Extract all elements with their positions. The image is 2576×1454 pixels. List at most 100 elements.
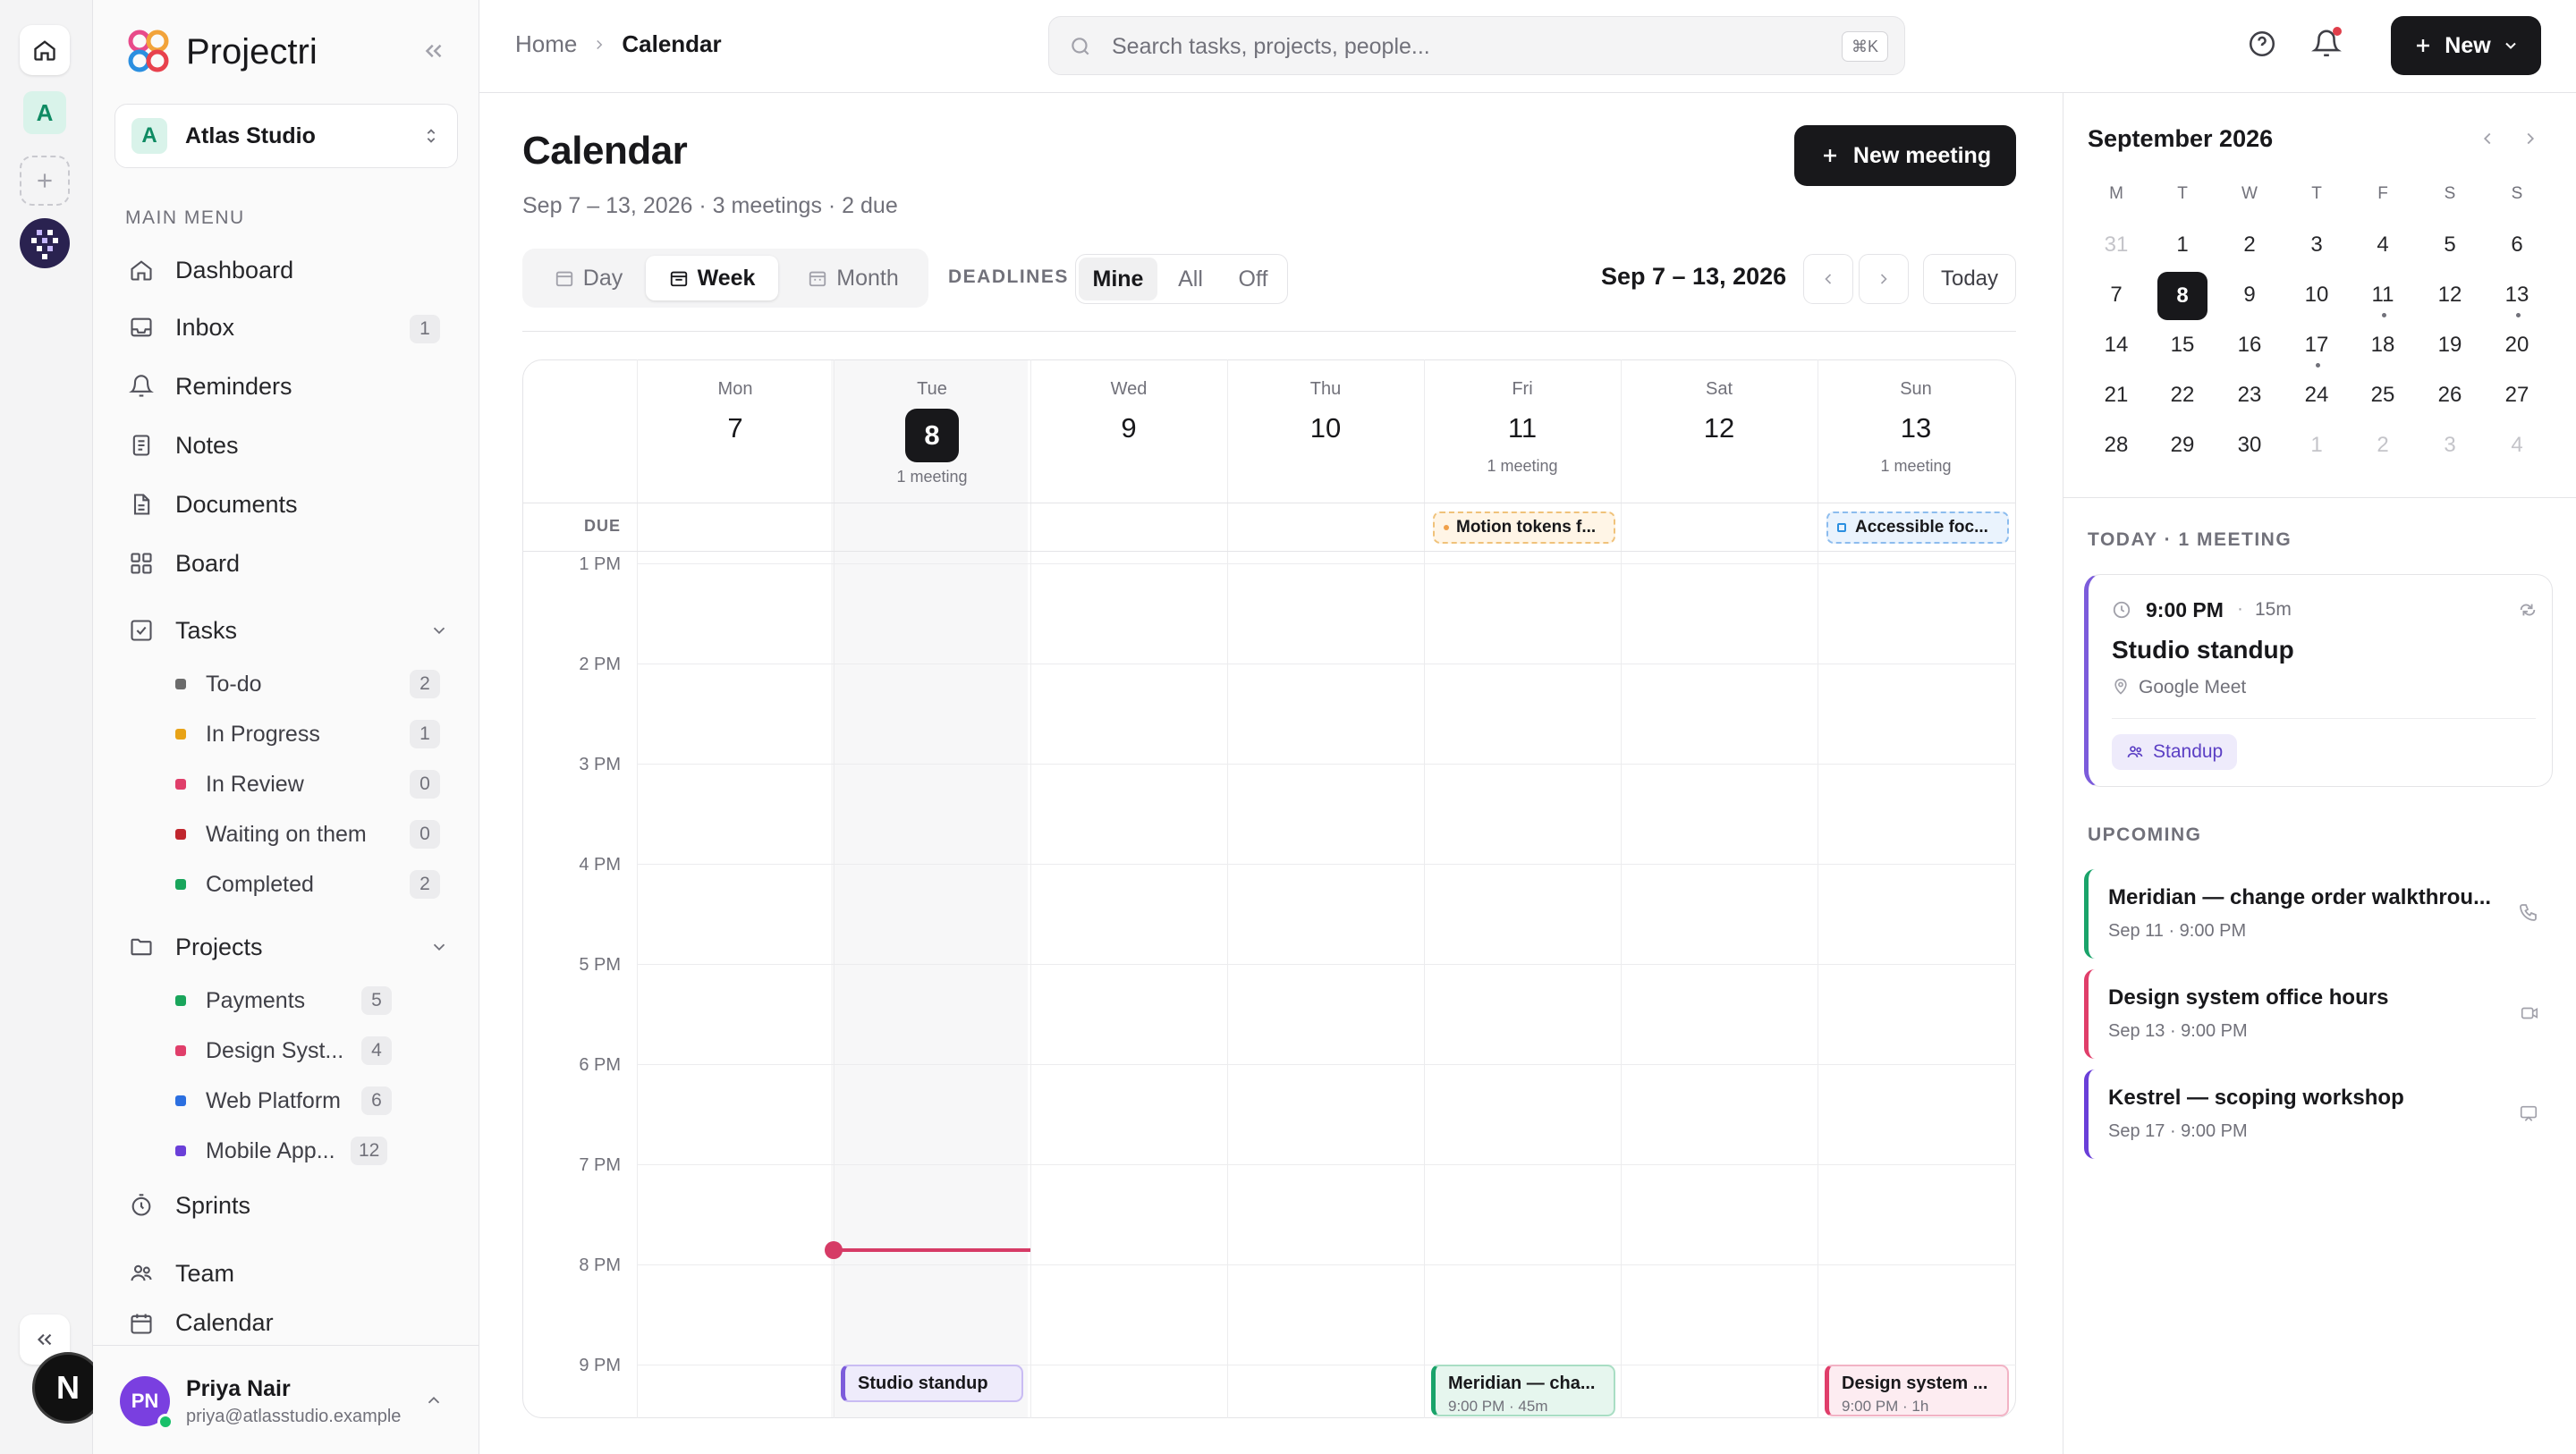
new-meeting-button[interactable]: New meeting	[1794, 125, 2016, 186]
mini-day[interactable]: 22	[2156, 381, 2209, 417]
nav-documents[interactable]: Documents	[127, 481, 298, 528]
event-meridian[interactable]: Meridian — cha... 9:00 PM · 45m	[1431, 1365, 1615, 1416]
nav-tasks[interactable]: Tasks	[127, 607, 449, 654]
day-header-thu[interactable]: Thu 10	[1227, 359, 1424, 503]
workspace-switcher[interactable]: A Atlas Studio	[114, 104, 458, 168]
nav-team[interactable]: Team	[127, 1250, 234, 1297]
mini-day[interactable]: 1	[2156, 231, 2209, 266]
nav-sprints[interactable]: Sprints	[127, 1182, 250, 1229]
nav-reminders[interactable]: Reminders	[127, 363, 292, 410]
today-meeting-card[interactable]: 9:00 PM · 15m Studio standup Google Meet…	[2084, 574, 2553, 787]
mini-day[interactable]: 2	[2223, 231, 2276, 266]
breadcrumb-home[interactable]: Home	[515, 30, 577, 58]
day-header-sun[interactable]: Sun 13 1 meeting	[1818, 359, 2014, 503]
task-filter-in-progress[interactable]: In Progress	[175, 714, 320, 754]
mini-day[interactable]: 11	[2356, 281, 2410, 317]
mini-day[interactable]: 4	[2490, 431, 2544, 467]
mini-day[interactable]: 29	[2156, 431, 2209, 467]
mini-day[interactable]: 16	[2223, 331, 2276, 367]
mini-day[interactable]: 1	[2290, 431, 2343, 467]
mini-day[interactable]: 28	[2089, 431, 2143, 467]
mini-day[interactable]: 18	[2356, 331, 2410, 367]
nav-dashboard[interactable]: Dashboard	[127, 247, 293, 293]
mini-day[interactable]: 3	[2290, 231, 2343, 266]
today-button[interactable]: Today	[1923, 254, 2016, 304]
upcoming-item[interactable]: Kestrel — scoping workshop Sep 17 · 9:00…	[2084, 1069, 2549, 1159]
mini-day[interactable]: 26	[2423, 381, 2477, 417]
project-design-system[interactable]: Design Syst...	[175, 1031, 343, 1070]
workspace-avatar[interactable]: A	[23, 91, 66, 134]
deadlines-off[interactable]: Off	[1222, 258, 1284, 300]
due-task-chip[interactable]: Accessible foc...	[1826, 511, 2009, 544]
task-filter-todo[interactable]: To-do	[175, 664, 262, 704]
project-web-platform[interactable]: Web Platform	[175, 1081, 341, 1120]
help-button[interactable]	[2247, 29, 2277, 59]
mini-day[interactable]: 23	[2223, 381, 2276, 417]
tab-week[interactable]: Week	[646, 256, 778, 300]
app-brand[interactable]: Projectri	[123, 27, 318, 77]
nav-projects[interactable]: Projects	[127, 924, 449, 970]
mini-day[interactable]: 14	[2089, 331, 2143, 367]
user-footer[interactable]: PN Priya Nair priya@atlasstudio.example	[93, 1345, 479, 1454]
mini-day[interactable]: 20	[2490, 331, 2544, 367]
notifications-button[interactable]	[2311, 27, 2342, 59]
nav-board[interactable]: Board	[127, 540, 240, 587]
search-bar[interactable]: Search tasks, projects, people... ⌘K	[1048, 16, 1905, 75]
mini-day[interactable]: 30	[2223, 431, 2276, 467]
mini-day[interactable]: 25	[2356, 381, 2410, 417]
day-header-sat[interactable]: Sat 12	[1621, 359, 1818, 503]
workspace-logo-button[interactable]	[20, 218, 70, 268]
upcoming-item[interactable]: Design system office hours Sep 13 · 9:00…	[2084, 969, 2549, 1059]
mini-day[interactable]: 9	[2223, 281, 2276, 317]
day-header-fri[interactable]: Fri 11 1 meeting	[1424, 359, 1621, 503]
task-filter-completed[interactable]: Completed	[175, 865, 314, 904]
next-week-button[interactable]	[1859, 254, 1909, 304]
mini-day[interactable]: 15	[2156, 331, 2209, 367]
plus-icon	[2412, 35, 2434, 56]
mini-day[interactable]: 2	[2356, 431, 2410, 467]
project-payments[interactable]: Payments	[175, 981, 305, 1020]
mini-day[interactable]: 19	[2423, 331, 2477, 367]
mini-next-month-button[interactable]	[2521, 129, 2540, 148]
mini-day[interactable]: 21	[2089, 381, 2143, 417]
event-studio-standup[interactable]: Studio standup	[841, 1365, 1023, 1402]
new-button[interactable]: New	[2391, 16, 2541, 75]
meeting-tag[interactable]: Standup	[2112, 734, 2238, 770]
mini-day[interactable]: 6	[2490, 231, 2544, 266]
deadlines-mine[interactable]: Mine	[1079, 258, 1157, 300]
mini-day[interactable]: 10	[2290, 281, 2343, 317]
mini-day[interactable]: 27	[2490, 381, 2544, 417]
project-mobile-app[interactable]: Mobile App...	[175, 1131, 335, 1171]
task-filter-waiting[interactable]: Waiting on them	[175, 815, 367, 854]
mini-day-selected[interactable]: 8	[2157, 272, 2207, 320]
mini-day[interactable]: 7	[2089, 281, 2143, 317]
mini-day[interactable]: 12	[2423, 281, 2477, 317]
day-header-mon[interactable]: Mon 7	[637, 359, 834, 503]
event-design-system[interactable]: Design system ... 9:00 PM · 1h	[1825, 1365, 2009, 1416]
deadlines-all[interactable]: All	[1159, 258, 1222, 300]
day-header-tue[interactable]: Tue 8 1 meeting	[834, 359, 1030, 503]
add-workspace-button[interactable]	[20, 156, 70, 206]
nav-notes[interactable]: Notes	[127, 422, 239, 469]
mini-prev-month-button[interactable]	[2478, 129, 2497, 148]
mini-day[interactable]: 4	[2356, 231, 2410, 266]
mini-day[interactable]: 5	[2423, 231, 2477, 266]
search-input[interactable]: Search tasks, projects, people...	[1112, 34, 1430, 60]
mini-day[interactable]: 24	[2290, 381, 2343, 417]
nav-calendar[interactable]: Calendar	[127, 1309, 274, 1345]
home-rail-button[interactable]	[20, 25, 70, 75]
prev-week-button[interactable]	[1803, 254, 1853, 304]
upcoming-item[interactable]: Meridian — change order walkthrou... Sep…	[2084, 869, 2549, 959]
collapse-sidebar-button[interactable]	[420, 38, 447, 64]
mini-day[interactable]: 13	[2490, 281, 2544, 317]
mini-day[interactable]: 17	[2290, 331, 2343, 367]
mini-day[interactable]: 3	[2423, 431, 2477, 467]
task-filter-in-review[interactable]: In Review	[175, 765, 304, 804]
workspace-avatar: A	[131, 118, 167, 154]
due-task-chip[interactable]: Motion tokens f...	[1433, 511, 1615, 544]
nav-inbox[interactable]: Inbox	[127, 304, 234, 351]
mini-day[interactable]: 31	[2089, 231, 2143, 266]
tab-month[interactable]: Month	[789, 256, 918, 300]
tab-day[interactable]: Day	[537, 256, 640, 300]
day-header-wed[interactable]: Wed 9	[1030, 359, 1227, 503]
